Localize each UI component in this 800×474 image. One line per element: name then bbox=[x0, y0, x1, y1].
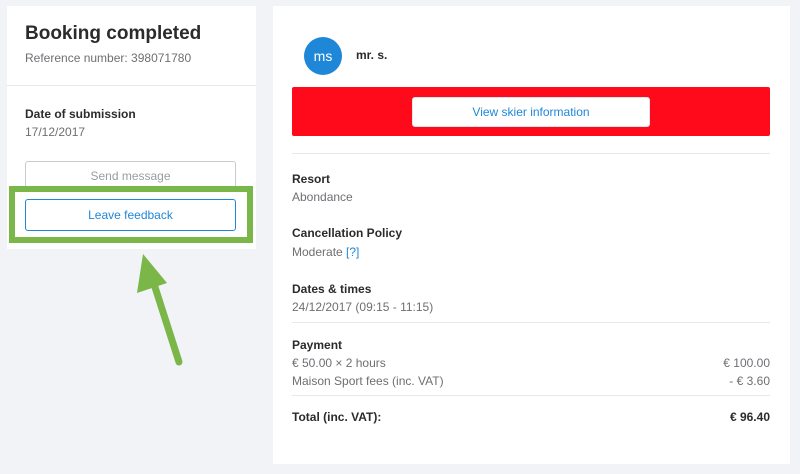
payment-label: Payment bbox=[292, 338, 343, 352]
payment-line-description: € 50.00 × 2 hours bbox=[292, 356, 386, 370]
booking-details-card: ms mr. s. View skier information Resort … bbox=[273, 6, 790, 464]
payment-line-description: Maison Sport fees (inc. VAT) bbox=[292, 374, 444, 388]
payment-line: Maison Sport fees (inc. VAT) - € 3.60 bbox=[292, 374, 770, 388]
payment-line: € 50.00 × 2 hours € 100.00 bbox=[292, 356, 770, 370]
resort-value: Abondance bbox=[292, 190, 353, 204]
payment-line-amount: - € 3.60 bbox=[729, 374, 770, 388]
payment-line-amount: € 100.00 bbox=[723, 356, 770, 370]
cancellation-policy-text: Moderate bbox=[292, 245, 343, 259]
total-row: Total (inc. VAT): € 96.40 bbox=[292, 410, 770, 424]
view-skier-information-button[interactable]: View skier information bbox=[412, 97, 650, 127]
cancellation-policy-value: Moderate [?] bbox=[292, 245, 359, 259]
client-name: mr. s. bbox=[356, 48, 388, 62]
skier-info-banner: View skier information bbox=[292, 87, 770, 136]
total-label: Total (inc. VAT): bbox=[292, 410, 382, 424]
dates-times-label: Dates & times bbox=[292, 282, 372, 296]
divider bbox=[292, 395, 770, 396]
dates-times-value: 24/12/2017 (09:15 - 11:15) bbox=[292, 300, 434, 314]
cancellation-help-link[interactable]: [?] bbox=[346, 245, 359, 259]
total-amount: € 96.40 bbox=[729, 410, 770, 424]
avatar: ms bbox=[304, 37, 342, 75]
divider bbox=[292, 322, 770, 323]
cancellation-policy-label: Cancellation Policy bbox=[292, 226, 403, 240]
divider bbox=[292, 153, 770, 154]
resort-label: Resort bbox=[292, 172, 331, 186]
